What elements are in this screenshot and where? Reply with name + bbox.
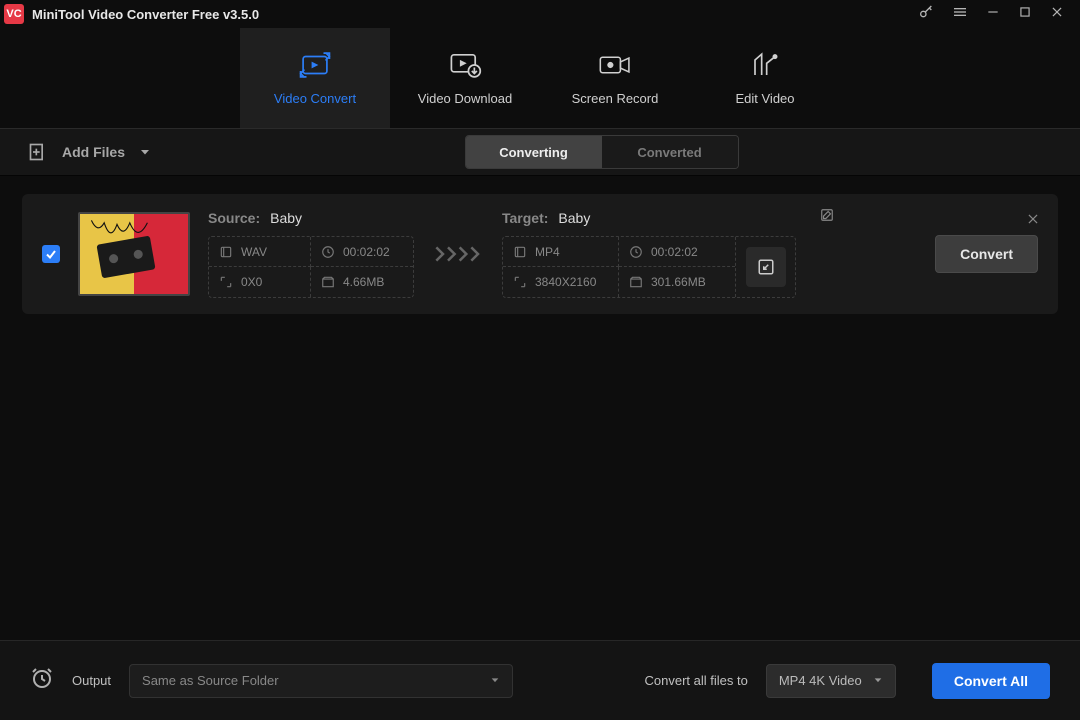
record-icon (598, 51, 632, 79)
target-format: MP4 (535, 245, 560, 259)
filesize-icon (629, 275, 643, 289)
target-info: Target: Baby MP4 00:02:02 3840X2160 301.… (502, 210, 796, 298)
source-format: WAV (241, 245, 267, 259)
seg-converting[interactable]: Converting (466, 136, 602, 168)
minimize-icon[interactable] (986, 5, 1000, 24)
format-icon (219, 245, 233, 259)
resolution-icon (219, 275, 233, 289)
target-size: 301.66MB (651, 275, 706, 289)
convert-all-label: Convert all files to (645, 673, 748, 688)
convert-all-btn-label: Convert All (954, 673, 1028, 689)
convert-all-button[interactable]: Convert All (932, 663, 1050, 699)
target-label: Target: (502, 210, 548, 226)
chevron-down-icon (490, 673, 500, 688)
seg-label: Converting (499, 145, 568, 160)
add-files-label: Add Files (62, 144, 125, 160)
tab-screen-record[interactable]: Screen Record (540, 28, 690, 128)
file-checkbox[interactable] (42, 245, 60, 263)
key-icon[interactable] (918, 4, 934, 25)
expand-icon (757, 258, 775, 276)
source-duration: 00:02:02 (343, 245, 390, 259)
close-icon[interactable] (1050, 5, 1064, 24)
seg-converted[interactable]: Converted (602, 136, 738, 168)
output-label: Output (72, 673, 111, 688)
tab-video-convert[interactable]: Video Convert (240, 28, 390, 128)
edit-target-icon[interactable] (820, 208, 834, 227)
file-list: Source: Baby WAV 00:02:02 0X0 4.66MB Tar… (0, 176, 1080, 332)
clock-icon (321, 245, 335, 259)
tab-video-download[interactable]: Video Download (390, 28, 540, 128)
output-value: Same as Source Folder (142, 673, 279, 688)
source-name: Baby (270, 210, 302, 226)
target-resolution: 3840X2160 (535, 275, 596, 289)
preset-value: MP4 4K Video (779, 673, 862, 688)
arrow-icon (432, 244, 484, 264)
download-icon (448, 51, 482, 79)
source-label: Source: (208, 210, 260, 226)
add-files-button[interactable]: Add Files (28, 142, 151, 162)
tab-edit-video[interactable]: Edit Video (690, 28, 840, 128)
seg-label: Converted (637, 145, 701, 160)
toolbar: Add Files Converting Converted (0, 128, 1080, 176)
global-preset-select[interactable]: MP4 4K Video (766, 664, 896, 698)
source-resolution: 0X0 (241, 275, 262, 289)
segment-control: Converting Converted (465, 135, 739, 169)
maximize-icon[interactable] (1018, 5, 1032, 24)
target-duration: 00:02:02 (651, 245, 698, 259)
clock-icon (629, 245, 643, 259)
file-card: Source: Baby WAV 00:02:02 0X0 4.66MB Tar… (22, 194, 1058, 314)
schedule-icon[interactable] (30, 666, 54, 695)
edit-icon (750, 51, 780, 79)
filesize-icon (321, 275, 335, 289)
tab-label: Screen Record (572, 91, 659, 106)
title-bar: VC MiniTool Video Converter Free v3.5.0 (0, 0, 1080, 28)
app-title: MiniTool Video Converter Free v3.5.0 (32, 7, 259, 22)
target-name: Baby (558, 210, 590, 226)
main-tabs: Video Convert Video Download Screen Reco… (0, 28, 1080, 128)
file-thumbnail (78, 212, 190, 296)
format-icon (513, 245, 527, 259)
convert-label: Convert (960, 246, 1013, 262)
chevron-down-icon (139, 146, 151, 158)
app-logo: VC (4, 4, 24, 24)
convert-icon (298, 51, 332, 79)
tab-label: Video Convert (274, 91, 356, 106)
target-preset-button[interactable] (735, 237, 795, 297)
chevron-down-icon (873, 673, 883, 688)
source-size: 4.66MB (343, 275, 384, 289)
add-file-icon (28, 142, 48, 162)
tab-label: Video Download (418, 91, 512, 106)
resolution-icon (513, 275, 527, 289)
source-info: Source: Baby WAV 00:02:02 0X0 4.66MB (208, 210, 414, 298)
convert-button[interactable]: Convert (935, 235, 1038, 273)
bottom-bar: Output Same as Source Folder Convert all… (0, 640, 1080, 720)
remove-file-icon[interactable] (1026, 212, 1040, 231)
tab-label: Edit Video (735, 91, 794, 106)
hamburger-icon[interactable] (952, 4, 968, 25)
output-folder-select[interactable]: Same as Source Folder (129, 664, 513, 698)
